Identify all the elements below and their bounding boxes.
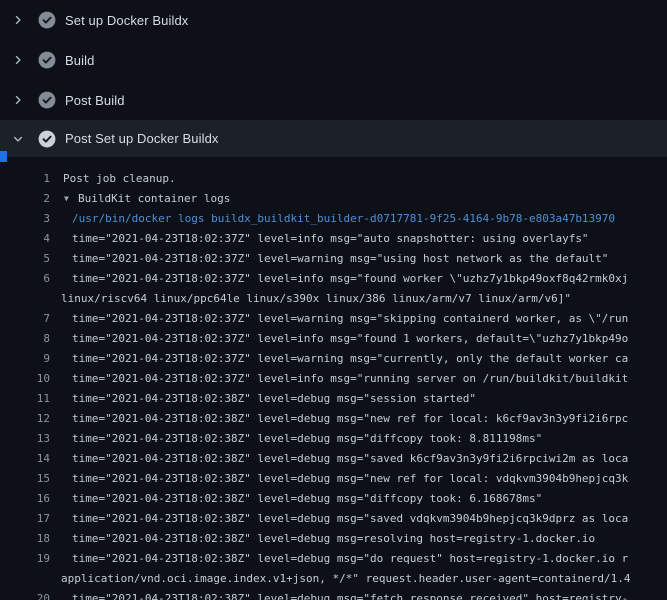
log-line: 12time="2021-04-23T18:02:38Z" level=debu…	[0, 409, 667, 429]
log-line: 9time="2021-04-23T18:02:37Z" level=warni…	[0, 349, 667, 369]
line-number[interactable]: 19	[0, 549, 50, 569]
log-text: Post job cleanup.	[50, 169, 176, 189]
log-viewer: 1Post job cleanup.2▼BuildKit container l…	[0, 157, 667, 600]
log-text: time="2021-04-23T18:02:37Z" level=info m…	[50, 229, 589, 249]
log-text: time="2021-04-23T18:02:38Z" level=debug …	[50, 389, 476, 409]
line-number[interactable]: 12	[0, 409, 50, 429]
chevron-down-icon	[11, 132, 25, 146]
log-line: 11time="2021-04-23T18:02:38Z" level=debu…	[0, 389, 667, 409]
log-text: application/vnd.oci.image.index.v1+json,…	[50, 569, 631, 589]
log-line: 10time="2021-04-23T18:02:37Z" level=info…	[0, 369, 667, 389]
step-label: Post Set up Docker Buildx	[65, 131, 219, 146]
step-row-post-set-up-docker-buildx[interactable]: Post Set up Docker Buildx	[0, 120, 667, 157]
group-title: BuildKit container logs	[78, 192, 230, 205]
log-text: time="2021-04-23T18:02:38Z" level=debug …	[50, 449, 628, 469]
line-number[interactable]: 5	[0, 249, 50, 269]
log-text: time="2021-04-23T18:02:38Z" level=debug …	[50, 409, 628, 429]
log-text: time="2021-04-23T18:02:37Z" level=info m…	[50, 269, 628, 289]
log-text: linux/riscv64 linux/ppc64le linux/s390x …	[50, 289, 571, 309]
log-text: time="2021-04-23T18:02:37Z" level=warnin…	[50, 309, 628, 329]
line-number	[0, 289, 50, 309]
log-line: 16time="2021-04-23T18:02:38Z" level=debu…	[0, 489, 667, 509]
log-line: 2▼BuildKit container logs	[0, 189, 667, 209]
log-text: time="2021-04-23T18:02:38Z" level=debug …	[50, 469, 628, 489]
step-row-post-build[interactable]: Post Build	[0, 80, 667, 120]
log-line: 3/usr/bin/docker logs buildx_buildkit_bu…	[0, 209, 667, 229]
line-number[interactable]: 13	[0, 429, 50, 449]
line-number[interactable]: 7	[0, 309, 50, 329]
step-label: Set up Docker Buildx	[65, 13, 188, 28]
log-line: 15time="2021-04-23T18:02:38Z" level=debu…	[0, 469, 667, 489]
step-label: Build	[65, 53, 94, 68]
log-text: time="2021-04-23T18:02:38Z" level=debug …	[50, 509, 628, 529]
log-text: time="2021-04-23T18:02:37Z" level=info m…	[50, 329, 628, 349]
log-line: 17time="2021-04-23T18:02:38Z" level=debu…	[0, 509, 667, 529]
line-number[interactable]: 2	[0, 189, 50, 209]
log-line: 4time="2021-04-23T18:02:37Z" level=info …	[0, 229, 667, 249]
check-circle-icon	[38, 91, 56, 109]
line-number[interactable]: 16	[0, 489, 50, 509]
log-line: 19time="2021-04-23T18:02:38Z" level=debu…	[0, 549, 667, 569]
line-number	[0, 569, 50, 589]
line-number[interactable]: 17	[0, 509, 50, 529]
log-line: 6time="2021-04-23T18:02:37Z" level=info …	[0, 269, 667, 289]
log-line: 18time="2021-04-23T18:02:38Z" level=debu…	[0, 529, 667, 549]
log-text[interactable]: ▼BuildKit container logs	[50, 189, 230, 209]
log-text: time="2021-04-23T18:02:37Z" level=warnin…	[50, 249, 608, 269]
log-line: application/vnd.oci.image.index.v1+json,…	[0, 569, 667, 589]
line-number[interactable]: 11	[0, 389, 50, 409]
log-line: 13time="2021-04-23T18:02:38Z" level=debu…	[0, 429, 667, 449]
line-number[interactable]: 18	[0, 529, 50, 549]
log-line: linux/riscv64 linux/ppc64le linux/s390x …	[0, 289, 667, 309]
chevron-right-icon	[11, 53, 25, 67]
line-number[interactable]: 4	[0, 229, 50, 249]
check-circle-icon	[38, 11, 56, 29]
log-line: 14time="2021-04-23T18:02:38Z" level=debu…	[0, 449, 667, 469]
log-line: 7time="2021-04-23T18:02:37Z" level=warni…	[0, 309, 667, 329]
log-text: time="2021-04-23T18:02:38Z" level=debug …	[50, 429, 542, 449]
steps-list: Set up Docker Buildx Build Post Build Po…	[0, 0, 667, 157]
line-number[interactable]: 8	[0, 329, 50, 349]
log-text: time="2021-04-23T18:02:38Z" level=debug …	[50, 549, 628, 569]
chevron-right-icon	[11, 93, 25, 107]
log-line: 5time="2021-04-23T18:02:37Z" level=warni…	[0, 249, 667, 269]
line-number[interactable]: 15	[0, 469, 50, 489]
chevron-right-icon	[11, 13, 25, 27]
group-expand-marker-icon[interactable]: ▼	[64, 189, 78, 209]
line-number[interactable]: 1	[0, 169, 50, 189]
step-row-set-up-docker-buildx[interactable]: Set up Docker Buildx	[0, 0, 667, 40]
line-number[interactable]: 20	[0, 589, 50, 600]
log-command-text: /usr/bin/docker logs buildx_buildkit_bui…	[50, 209, 615, 229]
log-text: time="2021-04-23T18:02:37Z" level=warnin…	[50, 349, 628, 369]
step-label: Post Build	[65, 93, 125, 108]
log-text: time="2021-04-23T18:02:38Z" level=debug …	[50, 589, 628, 600]
line-number[interactable]: 10	[0, 369, 50, 389]
log-line: 20time="2021-04-23T18:02:38Z" level=debu…	[0, 589, 667, 600]
line-number[interactable]: 14	[0, 449, 50, 469]
check-circle-icon	[38, 51, 56, 69]
log-line: 8time="2021-04-23T18:02:37Z" level=info …	[0, 329, 667, 349]
step-row-build[interactable]: Build	[0, 40, 667, 80]
log-text: time="2021-04-23T18:02:37Z" level=info m…	[50, 369, 628, 389]
focus-indicator	[0, 151, 7, 162]
line-number[interactable]: 9	[0, 349, 50, 369]
check-circle-icon	[38, 130, 56, 148]
log-text: time="2021-04-23T18:02:38Z" level=debug …	[50, 529, 595, 549]
line-number[interactable]: 6	[0, 269, 50, 289]
log-line: 1Post job cleanup.	[0, 169, 667, 189]
line-number[interactable]: 3	[0, 209, 50, 229]
log-text: time="2021-04-23T18:02:38Z" level=debug …	[50, 489, 542, 509]
